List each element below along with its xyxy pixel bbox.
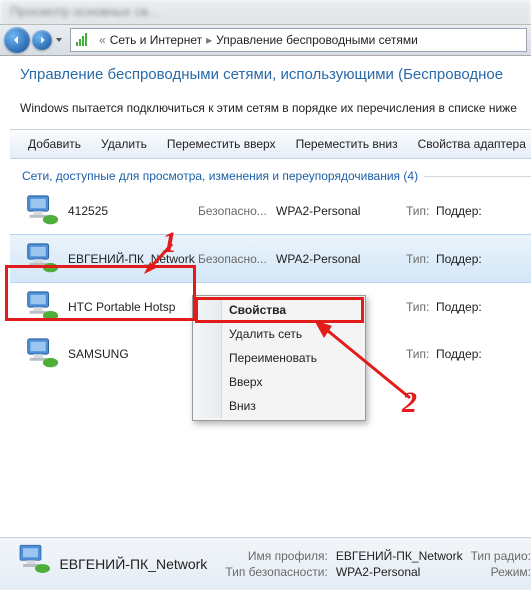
- network-row[interactable]: ЕВГЕНИЙ-ПК_Network Безопасно... WPA2-Per…: [10, 234, 531, 283]
- network-type-value: Поддер:: [436, 204, 482, 218]
- network-type-label: Тип:: [406, 204, 436, 218]
- address-bar[interactable]: « Сеть и Интернет ▸ Управление беспровод…: [70, 28, 527, 52]
- arrow-left-icon: [11, 34, 23, 46]
- context-menu: Свойства Удалить сеть Переименовать Ввер…: [192, 295, 366, 421]
- toolbar: Добавить Удалить Переместить вверх Перем…: [10, 129, 531, 159]
- back-button[interactable]: [4, 27, 30, 53]
- details-profile-value: ЕВГЕНИЙ-ПК_Network: [336, 549, 463, 563]
- page-description: Windows пытается подключиться к этим сет…: [20, 101, 531, 115]
- toolbar-add[interactable]: Добавить: [18, 130, 91, 158]
- breadcrumb-sep: «: [97, 33, 108, 47]
- network-type-label: Тип:: [406, 300, 436, 314]
- details-network-icon: [14, 543, 51, 585]
- details-sectype-label: Тип безопасности:: [225, 565, 328, 579]
- page-title: Управление беспроводными сетями, использ…: [20, 66, 531, 83]
- chevron-down-icon: [55, 36, 63, 44]
- nav-bar: « Сеть и Интернет ▸ Управление беспровод…: [0, 24, 531, 56]
- network-type-label: Тип:: [406, 252, 436, 266]
- details-radio-label: Тип радио:: [471, 549, 531, 563]
- network-row[interactable]: 412525 Безопасно... WPA2-Personal Тип: П…: [10, 187, 531, 234]
- network-name: HTC Portable Hotsp: [68, 300, 198, 314]
- toolbar-remove[interactable]: Удалить: [91, 130, 157, 158]
- network-name: 412525: [68, 204, 198, 218]
- network-type-value: Поддер:: [436, 347, 482, 361]
- breadcrumb-seg1[interactable]: Сеть и Интернет: [108, 33, 204, 47]
- network-sec-value: WPA2-Personal: [276, 252, 406, 266]
- section-rule: [424, 176, 531, 177]
- toolbar-adapter-props[interactable]: Свойства адаптера: [408, 130, 531, 158]
- network-icon: [22, 242, 60, 276]
- nav-history-dropdown[interactable]: [54, 27, 64, 53]
- network-sec-label: Безопасно...: [198, 252, 276, 266]
- network-name: SAMSUNG: [68, 347, 198, 361]
- ctx-rename[interactable]: Переименовать: [195, 346, 363, 370]
- toolbar-move-up[interactable]: Переместить вверх: [157, 130, 286, 158]
- ctx-move-up[interactable]: Вверх: [195, 370, 363, 394]
- section-heading-text: Сети, доступные для просмотра, изменения…: [22, 169, 418, 183]
- details-sectype-value: WPA2-Personal: [336, 565, 463, 579]
- network-type-value: Поддер:: [436, 252, 482, 266]
- ctx-delete-network[interactable]: Удалить сеть: [195, 322, 363, 346]
- details-network-name: ЕВГЕНИЙ-ПК_Network: [59, 556, 217, 572]
- window-title-text: Просмотр основных св...: [10, 4, 159, 19]
- network-icon: [22, 337, 60, 371]
- arrow-right-icon: [37, 35, 47, 45]
- ctx-move-down[interactable]: Вниз: [195, 394, 363, 418]
- network-sec-value: WPA2-Personal: [276, 204, 406, 218]
- details-pane: ЕВГЕНИЙ-ПК_Network Имя профиля: ЕВГЕНИЙ-…: [0, 537, 531, 590]
- signal-bars-icon: [75, 33, 91, 47]
- ctx-properties[interactable]: Свойства: [195, 298, 363, 322]
- details-mode-label: Режим:: [471, 565, 531, 579]
- forward-button[interactable]: [32, 30, 52, 50]
- network-icon: [22, 194, 60, 228]
- toolbar-move-down[interactable]: Переместить вниз: [286, 130, 408, 158]
- section-heading: Сети, доступные для просмотра, изменения…: [22, 169, 531, 183]
- breadcrumb-seg2[interactable]: Управление беспроводными сетями: [214, 33, 420, 47]
- network-sec-label: Безопасно...: [198, 204, 276, 218]
- network-type-value: Поддер:: [436, 300, 482, 314]
- network-type-label: Тип:: [406, 347, 436, 361]
- network-name: ЕВГЕНИЙ-ПК_Network: [68, 252, 198, 266]
- details-profile-label: Имя профиля:: [225, 549, 328, 563]
- breadcrumb-arrow: ▸: [204, 33, 214, 47]
- network-icon: [22, 290, 60, 324]
